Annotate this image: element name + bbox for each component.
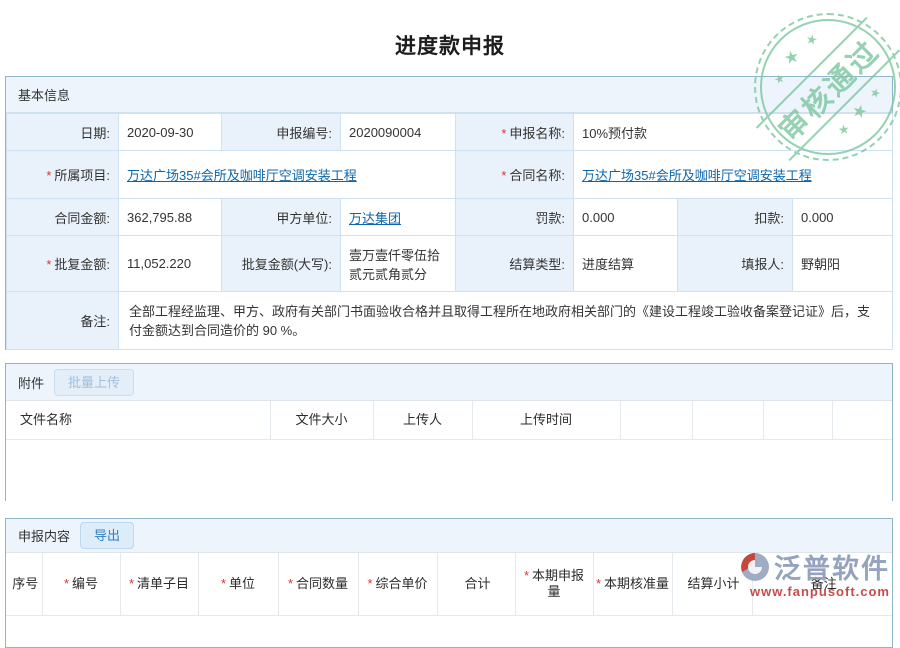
declaration-col-unit-price: *综合单价	[358, 553, 437, 615]
attachments-col-extra-2	[692, 401, 763, 439]
contract-amount-label: 合同金额:	[7, 199, 119, 236]
basic-row-2: *所属项目: 万达广场35#会所及咖啡厅空调安装工程 *合同名称: 万达广场35…	[7, 151, 893, 199]
basic-row-3: 合同金额: 362,795.88 甲方单位: 万达集团 罚款: 0.000 扣款…	[7, 199, 893, 236]
project-label: *所属项目:	[7, 151, 119, 199]
declaration-col-seq: 序号	[6, 553, 42, 615]
remarks-value: 全部工程经监理、甲方、政府有关部门书面验收合格并且取得工程所在地政府相关部门的《…	[119, 292, 893, 350]
attachments-empty-body	[6, 439, 892, 502]
contract-amount-value: 362,795.88	[119, 199, 222, 236]
party-a-link[interactable]: 万达集团	[349, 211, 401, 226]
attachments-col-extra-4	[832, 401, 892, 439]
attachments-col-extra-1	[620, 401, 692, 439]
approved-amount-caps-label: 批复金额(大写):	[222, 236, 341, 292]
attachments-header-row: 文件名称 文件大小 上传人 上传时间	[6, 401, 892, 439]
declaration-col-settle-subtotal: 结算小计	[672, 553, 752, 615]
basic-info-section-title: 基本信息	[18, 85, 70, 104]
declaration-header-row: 序号 *编号 *清单子目 *单位 *合同数量 *综合单价 合计 *本期申报量 *…	[6, 553, 892, 615]
declaration-section-title: 申报内容	[18, 526, 70, 545]
basic-row-remarks: 备注: 全部工程经监理、甲方、政府有关部门书面验收合格并且取得工程所在地政府相关…	[7, 292, 893, 350]
attachments-col-uploadtime: 上传时间	[472, 401, 620, 439]
batch-upload-button[interactable]: 批量上传	[54, 369, 134, 396]
settlement-type-label: 结算类型:	[456, 236, 574, 292]
settlement-type-value: 进度结算	[574, 236, 678, 292]
export-button[interactable]: 导出	[80, 522, 134, 549]
approved-amount-label: *批复金额:	[7, 236, 119, 292]
deduction-value: 0.000	[793, 199, 893, 236]
date-label: 日期:	[7, 114, 119, 151]
basic-row-4: *批复金额: 11,052.220 批复金额(大写): 壹万壹仟零伍拾贰元贰角贰…	[7, 236, 893, 292]
declaration-col-unit: *单位	[198, 553, 278, 615]
approved-amount-value: 11,052.220	[119, 236, 222, 292]
basic-info-panel: 基本信息 日期: 2020-09-30 申报编号: 2020090004 *申报…	[5, 76, 893, 350]
declaration-no-label: 申报编号:	[222, 114, 341, 151]
attachments-col-uploader: 上传人	[373, 401, 472, 439]
attachments-col-filename: 文件名称	[6, 401, 270, 439]
page-title: 进度款申报	[0, 30, 900, 60]
contract-name-link[interactable]: 万达广场35#会所及咖啡厅空调安装工程	[582, 168, 812, 183]
attachments-section-title: 附件	[18, 373, 44, 392]
attachments-table: 文件名称 文件大小 上传人 上传时间	[6, 401, 892, 502]
declaration-table: 序号 *编号 *清单子目 *单位 *合同数量 *综合单价 合计 *本期申报量 *…	[6, 553, 892, 616]
attachments-col-filesize: 文件大小	[270, 401, 373, 439]
attachments-panel: 附件 批量上传 文件名称 文件大小 上传人 上传时间	[5, 363, 893, 501]
contract-name-value-cell: 万达广场35#会所及咖啡厅空调安装工程	[574, 151, 893, 199]
penalty-label: 罚款:	[456, 199, 574, 236]
attachments-col-extra-3	[763, 401, 832, 439]
declaration-col-approved-qty: *本期核准量	[593, 553, 672, 615]
declaration-col-list-item: *清单子目	[120, 553, 198, 615]
penalty-value: 0.000	[574, 199, 678, 236]
project-link[interactable]: 万达广场35#会所及咖啡厅空调安装工程	[127, 168, 357, 183]
declaration-col-contract-qty: *合同数量	[278, 553, 358, 615]
declaration-panel: 申报内容 导出 序号 *编号 *清单子目 *单位 *合同数量 *综合单价 合计 …	[5, 518, 893, 648]
attachments-section-header: 附件 批量上传	[6, 364, 892, 401]
reporter-label: 填报人:	[678, 236, 793, 292]
date-value: 2020-09-30	[119, 114, 222, 151]
declaration-name-label: *申报名称:	[456, 114, 574, 151]
declaration-col-code: *编号	[42, 553, 120, 615]
remarks-label: 备注:	[7, 292, 119, 350]
approved-amount-caps-value: 壹万壹仟零伍拾贰元贰角贰分	[341, 236, 456, 292]
basic-info-table: 日期: 2020-09-30 申报编号: 2020090004 *申报名称: 1…	[6, 113, 893, 350]
deduction-label: 扣款:	[678, 199, 793, 236]
reporter-value: 野朝阳	[793, 236, 893, 292]
party-a-value-cell: 万达集团	[341, 199, 456, 236]
basic-info-section-header: 基本信息	[6, 77, 892, 113]
contract-name-label: *合同名称:	[456, 151, 574, 199]
declaration-col-declared-qty: *本期申报量	[515, 553, 593, 615]
declaration-no-value: 2020090004	[341, 114, 456, 151]
basic-row-1: 日期: 2020-09-30 申报编号: 2020090004 *申报名称: 1…	[7, 114, 893, 151]
declaration-col-total: 合计	[437, 553, 515, 615]
declaration-name-value: 10%预付款	[574, 114, 893, 151]
declaration-col-remarks: 备注	[752, 553, 892, 615]
party-a-label: 甲方单位:	[222, 199, 341, 236]
project-value-cell: 万达广场35#会所及咖啡厅空调安装工程	[119, 151, 456, 199]
declaration-section-header: 申报内容 导出	[6, 519, 892, 553]
